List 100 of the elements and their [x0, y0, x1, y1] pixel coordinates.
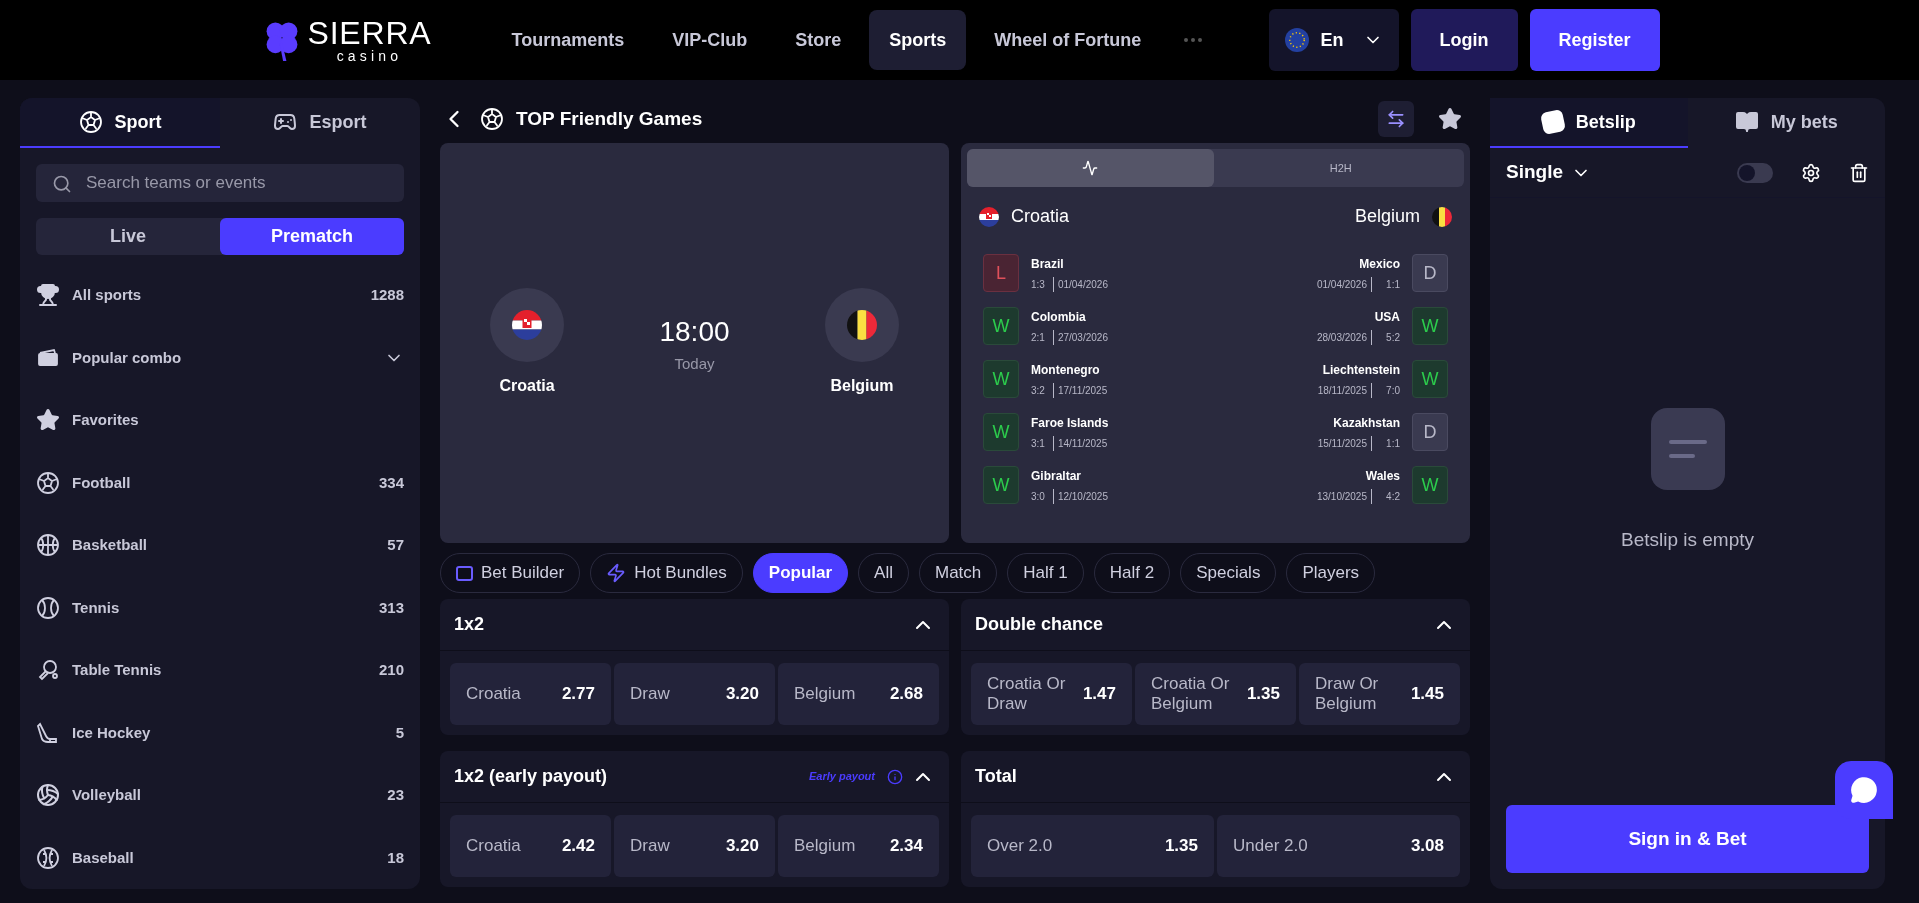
sport-item[interactable]: Football 334 [36, 451, 404, 514]
sport-item[interactable]: Favorites [36, 389, 404, 452]
odds-value: 3.20 [725, 835, 759, 858]
nav-link[interactable]: Tournaments [491, 10, 645, 70]
match-date: 12/10/2025 [1052, 488, 1108, 504]
odds-button[interactable]: Croatia Or Draw 1.47 [971, 663, 1132, 725]
bet-type-selector[interactable]: Single [1506, 158, 1563, 187]
outcome-label: Croatia [466, 684, 521, 704]
match-score: 3:1 [1031, 436, 1045, 451]
logo-tagline: casino [336, 49, 403, 63]
market-tab[interactable]: Popular [752, 553, 849, 593]
nav-link[interactable]: Store [775, 10, 862, 70]
mode-toggle[interactable]: Live [36, 217, 220, 255]
market-title: Double chance [975, 613, 1104, 636]
sport-item[interactable]: All sports 1288 [36, 264, 404, 327]
outcome-label: Belgium [794, 836, 856, 856]
sign-in-bet-button[interactable]: Sign in & Bet [1506, 805, 1869, 873]
odds-button[interactable]: Draw 3.20 [614, 815, 775, 877]
result-badge: W [983, 307, 1019, 345]
odds-value: 2.77 [561, 683, 595, 706]
opponent-name: Colombia [1031, 308, 1087, 326]
match-score: 5:2 [1385, 330, 1400, 345]
chat-icon [1850, 776, 1878, 804]
book-icon [1734, 110, 1759, 134]
odds-button[interactable]: Croatia 2.77 [450, 663, 611, 725]
match-date: 01/04/2026 [1052, 276, 1108, 292]
odds-value: 2.68 [889, 683, 923, 706]
sport-item[interactable]: Table Tennis 210 [36, 639, 404, 702]
odds-value: 2.34 [889, 835, 923, 858]
register-button[interactable]: Register [1529, 9, 1660, 71]
chat-button[interactable] [1835, 761, 1893, 819]
sport-item[interactable]: Ice Hockey 5 [36, 701, 404, 764]
match-score: 1:3 [1031, 277, 1045, 292]
sport-name: Football [72, 472, 131, 493]
trash-icon[interactable] [1849, 162, 1869, 183]
sport-name: Ice Hockey [72, 722, 151, 743]
language-selector[interactable]: En [1268, 9, 1399, 71]
team-name: Croatia [499, 376, 555, 396]
nav-link[interactable]: Sports [869, 10, 967, 70]
opponent-name: Kazakhstan [1333, 414, 1400, 432]
sport-count: 57 [387, 535, 404, 555]
result-badge: W [983, 466, 1019, 504]
sport-item[interactable]: Popular combo [36, 326, 404, 389]
login-button[interactable]: Login [1410, 9, 1518, 71]
swap-button[interactable] [1378, 101, 1414, 137]
outcome-label: Croatia [466, 836, 521, 856]
star-icon [36, 408, 60, 433]
match-date: 14/11/2025 [1052, 435, 1108, 451]
sport-item[interactable]: Basketball 57 [36, 514, 404, 577]
flag-icon [1432, 206, 1452, 227]
odds-button[interactable]: Under 2.0 3.08 [1217, 815, 1460, 877]
baseball-icon [36, 845, 60, 870]
mode-toggle[interactable]: Prematch [220, 217, 404, 255]
odds-button[interactable]: Over 2.0 1.35 [971, 815, 1214, 877]
outcome-label: Draw Or Belgium [1315, 674, 1380, 714]
early-payout-label: Early payout [808, 769, 875, 785]
outcome-label: Belgium [794, 684, 856, 704]
sport-count: 23 [387, 785, 404, 805]
result-badge: W [1412, 360, 1448, 398]
sidebar-tab[interactable]: Sport [20, 98, 220, 148]
team-name: Belgium [830, 376, 894, 396]
sidebar-tab[interactable]: Esport [220, 98, 420, 148]
odds-button[interactable]: Croatia 2.42 [450, 815, 611, 877]
sport-item[interactable]: Tennis 313 [36, 576, 404, 639]
match-score: 1:1 [1385, 436, 1400, 451]
toggle-switch[interactable] [1737, 162, 1773, 183]
favorite-star-icon[interactable] [1438, 107, 1462, 131]
trophy-icon [36, 283, 60, 308]
result-badge: W [1412, 307, 1448, 345]
match-date: 18/11/2025 [1317, 382, 1372, 398]
betslip-tab[interactable]: Betslip [1490, 98, 1688, 148]
nav-link[interactable]: VIP-Club [652, 10, 768, 70]
settings-icon[interactable] [1801, 162, 1821, 183]
lightning-icon [606, 563, 627, 583]
odds-button[interactable]: Draw 3.20 [614, 663, 775, 725]
empty-message: Betslip is empty [1620, 528, 1754, 553]
empty-slip-icon [1650, 408, 1725, 491]
football-icon [78, 110, 103, 134]
search-field[interactable]: Search teams or events [36, 164, 404, 202]
odds-button[interactable]: Draw Or Belgium 1.45 [1299, 663, 1460, 725]
nav-link[interactable]: Wheel of Fortune [974, 10, 1162, 70]
team-name: Belgium [1354, 205, 1420, 228]
sport-count: 210 [378, 660, 404, 680]
sport-item[interactable]: Volleyball 23 [36, 764, 404, 827]
sport-name: Volleyball [72, 785, 141, 805]
opponent-name: Montenegro [1031, 361, 1101, 379]
odds-button[interactable]: Belgium 2.34 [778, 815, 939, 877]
flag-icon [979, 206, 999, 227]
odds-value: 1.35 [1246, 683, 1280, 706]
sport-count: 1288 [370, 285, 404, 305]
sport-count: 313 [378, 597, 404, 618]
odds-button[interactable]: Belgium 2.68 [778, 663, 939, 725]
flag-icon [512, 310, 542, 340]
opponent-name: Wales [1365, 467, 1400, 485]
match-score: 7:0 [1385, 383, 1400, 398]
sport-item[interactable]: Baseball 18 [36, 826, 404, 889]
odds-button[interactable]: Croatia Or Belgium 1.35 [1135, 663, 1296, 725]
result-badge: L [983, 254, 1019, 292]
betslip-tab[interactable]: My bets [1687, 98, 1885, 148]
opponent-name: Faroe Islands [1031, 414, 1109, 432]
